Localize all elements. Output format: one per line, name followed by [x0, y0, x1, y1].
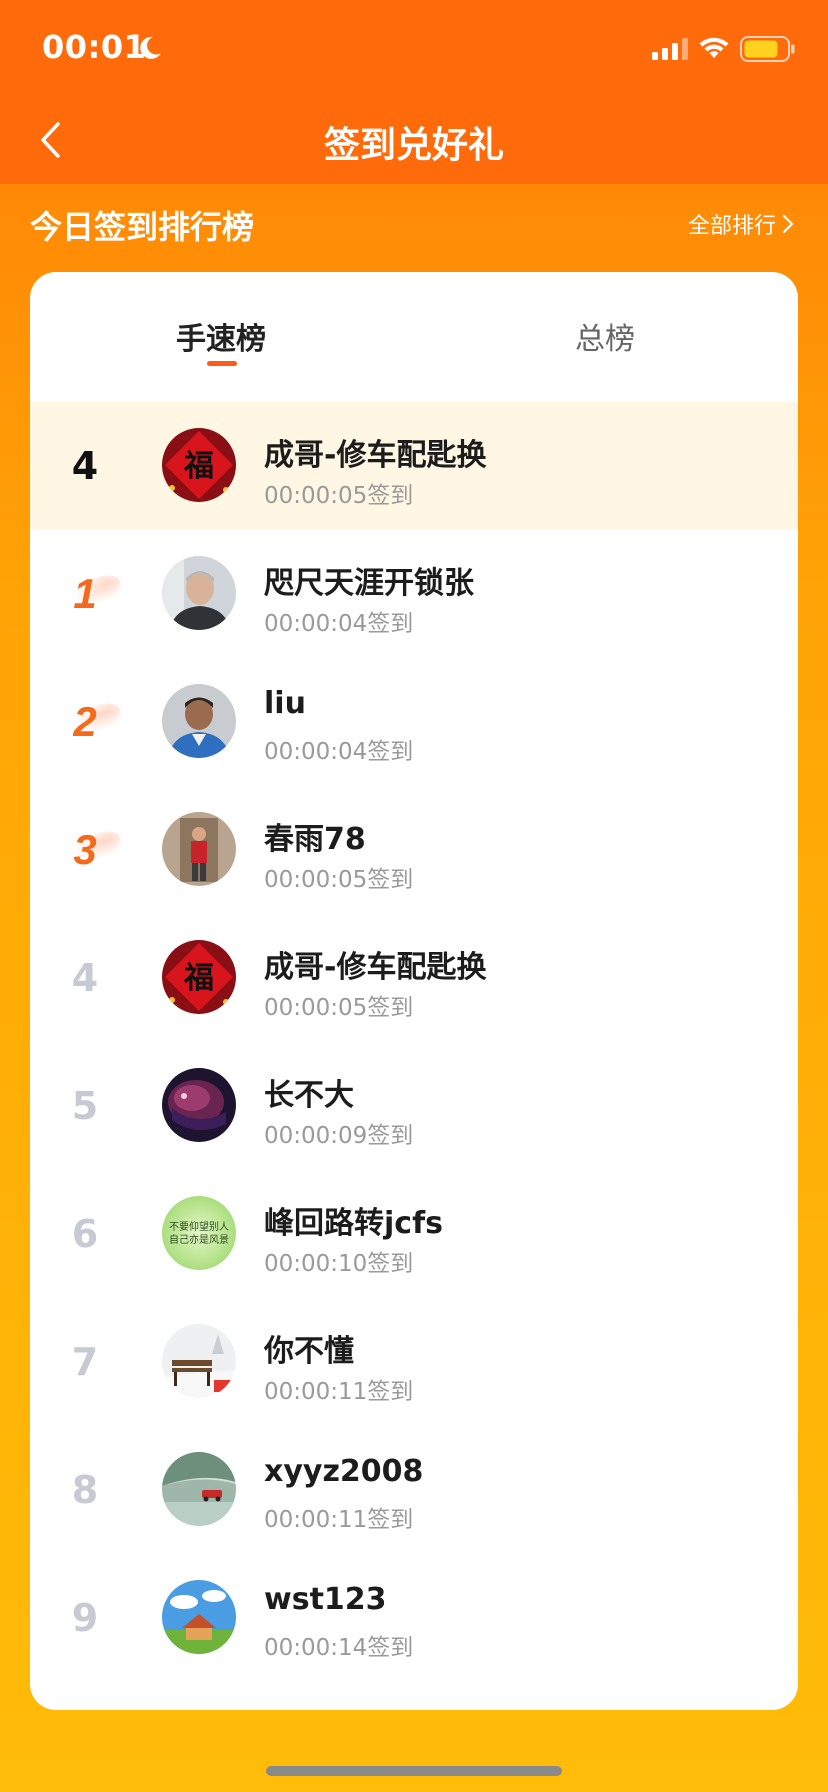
avatar[interactable]: 福	[162, 940, 236, 1014]
rank-medal-3: 3	[50, 786, 126, 914]
nav-bar: 签到兑好礼	[0, 96, 828, 184]
rank-number: 7	[71, 1340, 99, 1384]
rank-number: 9	[71, 1596, 99, 1640]
checkin-time: 00:00:04签到	[264, 611, 414, 637]
rank-row[interactable]: 9 wst123 00:00:14签到	[30, 1554, 798, 1682]
avatar-caption: 自己亦是风景	[169, 1233, 229, 1246]
avatar[interactable]	[162, 1452, 236, 1526]
rank-row[interactable]: 7 你不懂 00:00:11签到	[30, 1298, 798, 1426]
wifi-icon	[699, 37, 729, 58]
my-rank-row[interactable]: 4 福 成哥-修车配匙换 00:00:05签到	[30, 402, 798, 530]
user-name: xyyz2008	[264, 1454, 424, 1489]
rank-number: 4	[71, 956, 99, 1000]
rank-number: 5	[71, 1084, 99, 1128]
avatar[interactable]	[162, 556, 236, 630]
avatar[interactable]	[162, 1068, 236, 1142]
user-name: 咫尺天涯开锁张	[264, 566, 474, 601]
user-name: wst123	[264, 1582, 387, 1617]
avatar[interactable]: 不要仰望别人 自己亦是风景	[162, 1196, 236, 1270]
rank-number: 1	[73, 570, 97, 617]
user-name: liu	[264, 686, 306, 721]
ranking-tabs: 手速榜 总榜	[30, 272, 798, 402]
section-title: 今日签到排行榜	[30, 208, 255, 246]
user-name: 你不懂	[264, 1334, 354, 1369]
checkin-time: 00:00:05签到	[264, 995, 414, 1021]
rank-number: 4	[71, 444, 99, 488]
status-bar: 00:01	[0, 0, 828, 96]
rank-number: 3	[73, 826, 97, 873]
all-ranking-link[interactable]: 全部排行	[688, 208, 794, 240]
checkin-time: 00:00:04签到	[264, 739, 414, 765]
checkin-time: 00:00:05签到	[264, 483, 414, 509]
home-indicator[interactable]	[266, 1766, 562, 1776]
user-name: 成哥-修车配匙换	[264, 950, 487, 985]
rank-medal-2: 2	[50, 658, 126, 786]
avatar[interactable]	[162, 812, 236, 886]
user-name: 长不大	[264, 1078, 354, 1113]
avatar[interactable]	[162, 1324, 236, 1398]
user-name: 春雨78	[264, 822, 366, 857]
rank-row[interactable]: 6 不要仰望别人 自己亦是风景 峰回路转jcfs 00:00:10签到	[30, 1170, 798, 1298]
rank-medal-1: 1	[50, 530, 126, 658]
rank-number: 2	[73, 698, 97, 745]
checkin-time: 00:00:09签到	[264, 1123, 414, 1149]
chevron-right-icon	[782, 214, 794, 234]
checkin-time: 00:00:11签到	[264, 1507, 414, 1533]
rank-row[interactable]: 4 福 成哥-修车配匙换 00:00:05签到	[30, 914, 798, 1042]
rank-row[interactable]: 3 春雨78 00:00:05签到	[30, 786, 798, 914]
battery-icon	[740, 36, 795, 62]
ranking-header: 今日签到排行榜 全部排行	[0, 184, 828, 272]
rank-number: 6	[71, 1212, 99, 1256]
avatar-caption: 不要仰望别人	[169, 1220, 229, 1233]
svg-text:福: 福	[183, 449, 214, 484]
checkin-time: 00:00:05签到	[264, 867, 414, 893]
ranking-list: 4 福 成哥-修车配匙换 00:00:05签到 1 咫尺天涯开锁张 00:00:…	[30, 402, 798, 1682]
moon-icon	[140, 36, 161, 59]
user-name: 峰回路转jcfs	[264, 1206, 443, 1241]
rank-number: 8	[71, 1468, 99, 1512]
ranking-card: 手速榜 总榜 4 福 成哥-修车配匙换 00:00:05签到 1 咫尺天涯开锁张…	[30, 272, 798, 1710]
rank-row[interactable]: 5 长不大 00:00:09签到	[30, 1042, 798, 1170]
tab-active-indicator	[207, 361, 237, 366]
status-time: 00:01	[42, 28, 147, 66]
rank-row[interactable]: 2 liu 00:00:04签到	[30, 658, 798, 786]
checkin-time: 00:00:14签到	[264, 1635, 414, 1661]
user-name: 成哥-修车配匙换	[264, 438, 487, 473]
checkin-time: 00:00:11签到	[264, 1379, 414, 1405]
avatar[interactable]: 福	[162, 428, 236, 502]
checkin-time: 00:00:10签到	[264, 1251, 414, 1277]
cellular-signal-icon	[652, 38, 688, 60]
all-ranking-label: 全部排行	[687, 214, 776, 239]
tab-speed-ranking[interactable]: 手速榜	[121, 314, 321, 358]
avatar[interactable]	[162, 1580, 236, 1654]
tab-total-ranking[interactable]: 总榜	[505, 314, 705, 358]
rank-row[interactable]: 8 xyyz2008 00:00:11签到	[30, 1426, 798, 1554]
page-title: 签到兑好礼	[323, 125, 504, 166]
rank-row[interactable]: 1 咫尺天涯开锁张 00:00:04签到	[30, 530, 798, 658]
svg-text:福: 福	[183, 961, 214, 996]
avatar[interactable]	[162, 684, 236, 758]
